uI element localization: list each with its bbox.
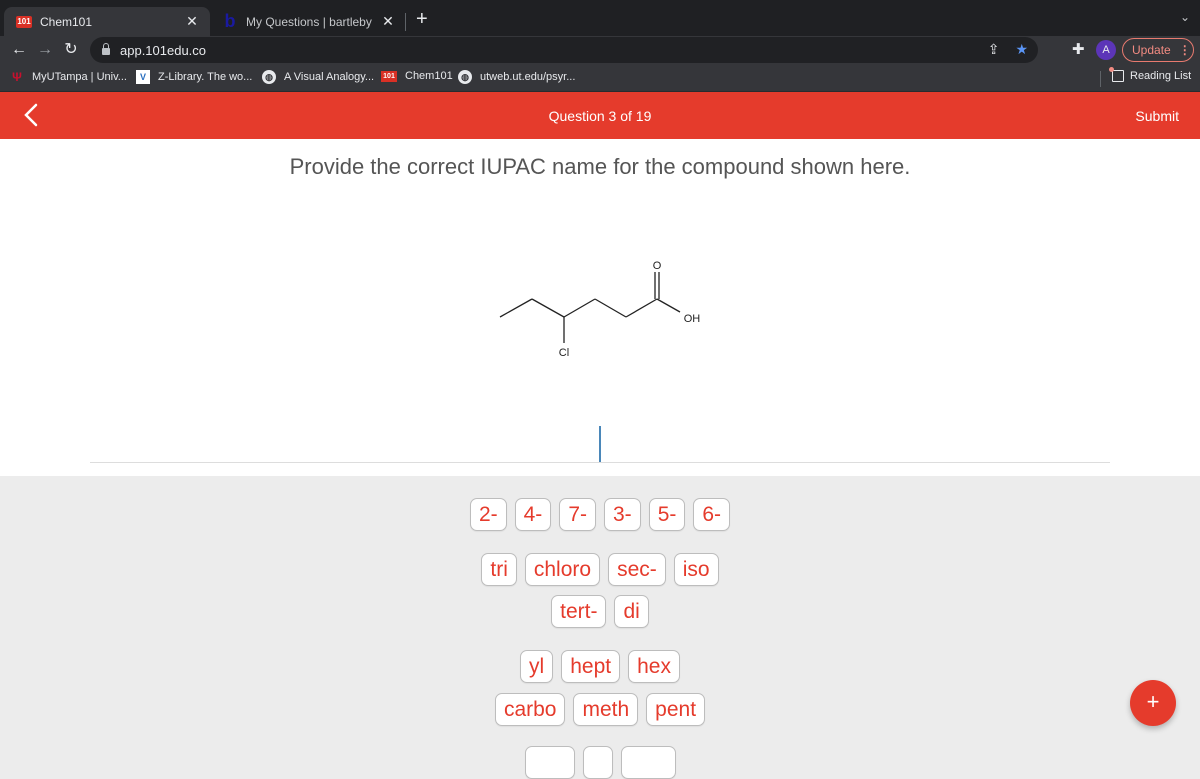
tile-2[interactable]: 2-	[469, 498, 507, 531]
tile-tert[interactable]: tert-	[551, 595, 607, 628]
bond	[531, 298, 565, 318]
bookmark-label: Chem101	[405, 70, 453, 82]
tab-search-chevron-icon[interactable]: ⌄	[1180, 10, 1190, 24]
address-bar[interactable]: app.101edu.co ⇪ ★	[90, 37, 1038, 63]
bookmark-label: A Visual Analogy...	[284, 71, 375, 83]
tab-title: Chem101	[40, 14, 93, 29]
hydroxyl-label: OH	[684, 313, 701, 325]
back-arrow-icon[interactable]: ←	[8, 39, 30, 61]
reading-list-label: Reading List	[1130, 70, 1192, 82]
utampa-icon: Ψ	[12, 70, 22, 84]
tile-row-prefixes-2: tert- di	[0, 595, 1200, 628]
tile-row-cutoff	[0, 746, 1200, 779]
reading-list-icon	[1109, 67, 1124, 82]
zlibrary-icon: V	[136, 70, 150, 84]
tab-title: My Questions | bartleby	[246, 14, 372, 29]
bookmark-label: MyUTampa | Univ...	[32, 71, 127, 83]
reload-icon[interactable]: ↻	[60, 39, 82, 61]
bookmark-divider	[1100, 71, 1101, 87]
bookmark-visual-analogy[interactable]: ◍ A Visual Analogy...	[262, 70, 374, 84]
bookmark-utweb[interactable]: ◍ utweb.ut.edu/psyr...	[458, 70, 575, 84]
tile-sec[interactable]: sec-	[608, 553, 666, 586]
tile-partial[interactable]	[620, 746, 676, 779]
more-menu-icon: ⋮	[1178, 43, 1191, 57]
tile-row-roots-2: carbo meth pent	[0, 693, 1200, 726]
share-icon[interactable]: ⇪	[988, 41, 1000, 58]
browser-tab-strip: 101 Chem101 ✕ b My Questions | bartleby …	[0, 0, 1200, 36]
tab-bartleby[interactable]: b My Questions | bartleby ✕	[214, 7, 406, 36]
bookmark-star-icon[interactable]: ★	[1015, 41, 1028, 58]
answer-input-line[interactable]	[90, 462, 1110, 463]
globe-icon: ◍	[458, 70, 472, 84]
tile-yl[interactable]: yl	[520, 650, 554, 683]
answer-text-cursor	[599, 426, 601, 462]
tile-4[interactable]: 4-	[514, 498, 552, 531]
bond	[563, 298, 596, 318]
tile-5[interactable]: 5-	[648, 498, 686, 531]
add-button[interactable]: +	[1130, 680, 1176, 726]
bookmark-myutampa[interactable]: Ψ MyUTampa | Univ...	[10, 70, 127, 84]
tile-pent[interactable]: pent	[646, 693, 706, 726]
bookmark-chem101[interactable]: 101 Chem101	[381, 70, 453, 82]
tab-divider	[405, 13, 406, 31]
bond	[656, 298, 681, 313]
tile-meth[interactable]: meth	[573, 693, 639, 726]
lock-icon	[102, 43, 110, 55]
tile-iso[interactable]: iso	[673, 553, 719, 586]
tile-hept[interactable]: hept	[561, 650, 621, 683]
profile-avatar[interactable]: A	[1096, 40, 1116, 60]
close-tab-icon[interactable]: ✕	[378, 13, 398, 30]
bartleby-b-icon: b	[224, 11, 236, 31]
tile-carbo[interactable]: carbo	[494, 693, 566, 726]
forward-arrow-icon[interactable]: →	[34, 39, 56, 61]
update-button[interactable]: Update ⋮	[1122, 38, 1194, 62]
bond	[594, 298, 627, 318]
answer-tile-bank: 2- 4- 7- 3- 5- 6- tri chloro sec- iso te…	[0, 476, 1200, 779]
reading-list-button[interactable]: Reading List	[1109, 67, 1192, 82]
101-logo-icon: 101	[16, 15, 32, 28]
update-label: Update	[1132, 43, 1171, 57]
tile-row-locants: 2- 4- 7- 3- 5- 6-	[0, 498, 1200, 531]
bond	[625, 298, 658, 318]
oxygen-label: O	[653, 260, 662, 272]
tab-chem101[interactable]: 101 Chem101 ✕	[4, 7, 210, 36]
tile-di[interactable]: di	[614, 595, 649, 628]
tile-partial[interactable]	[524, 746, 575, 779]
bookmark-label: Z-Library. The wo...	[158, 71, 253, 83]
chlorine-label: Cl	[559, 347, 569, 359]
url-text: app.101edu.co	[120, 42, 207, 58]
tile-7[interactable]: 7-	[559, 498, 596, 531]
globe-icon: ◍	[262, 70, 276, 84]
tile-chloro[interactable]: chloro	[524, 553, 601, 586]
tile-partial[interactable]	[582, 746, 613, 779]
question-counter: Question 3 of 19	[548, 108, 652, 124]
tile-hex[interactable]: hex	[628, 650, 680, 683]
submit-button[interactable]: Submit	[1135, 108, 1179, 124]
browser-toolbar: ← → ↻ app.101edu.co ⇪ ★ ✚ A Update ⋮	[0, 36, 1200, 64]
bookmark-zlibrary[interactable]: V Z-Library. The wo...	[136, 70, 252, 84]
tile-3[interactable]: 3-	[604, 498, 641, 531]
app-header: Question 3 of 19 Submit	[0, 92, 1200, 139]
molecule-structure: O OH Cl	[499, 260, 701, 359]
bond	[499, 298, 533, 318]
bookmarks-bar: Ψ MyUTampa | Univ... V Z-Library. The wo…	[0, 64, 1200, 92]
question-prompt: Provide the correct IUPAC name for the c…	[289, 154, 911, 179]
question-panel: Provide the correct IUPAC name for the c…	[0, 139, 1200, 476]
new-tab-button[interactable]: +	[416, 8, 428, 31]
bookmark-label: utweb.ut.edu/psyr...	[480, 71, 576, 83]
tile-tri[interactable]: tri	[481, 553, 517, 586]
extensions-puzzle-icon[interactable]: ✚	[1072, 40, 1085, 58]
tile-6[interactable]: 6-	[693, 498, 731, 531]
tile-row-roots: yl hept hex	[0, 650, 1200, 683]
101-logo-icon: 101	[381, 70, 397, 82]
close-tab-icon[interactable]: ✕	[182, 13, 202, 30]
tile-row-prefixes: tri chloro sec- iso	[0, 553, 1200, 586]
